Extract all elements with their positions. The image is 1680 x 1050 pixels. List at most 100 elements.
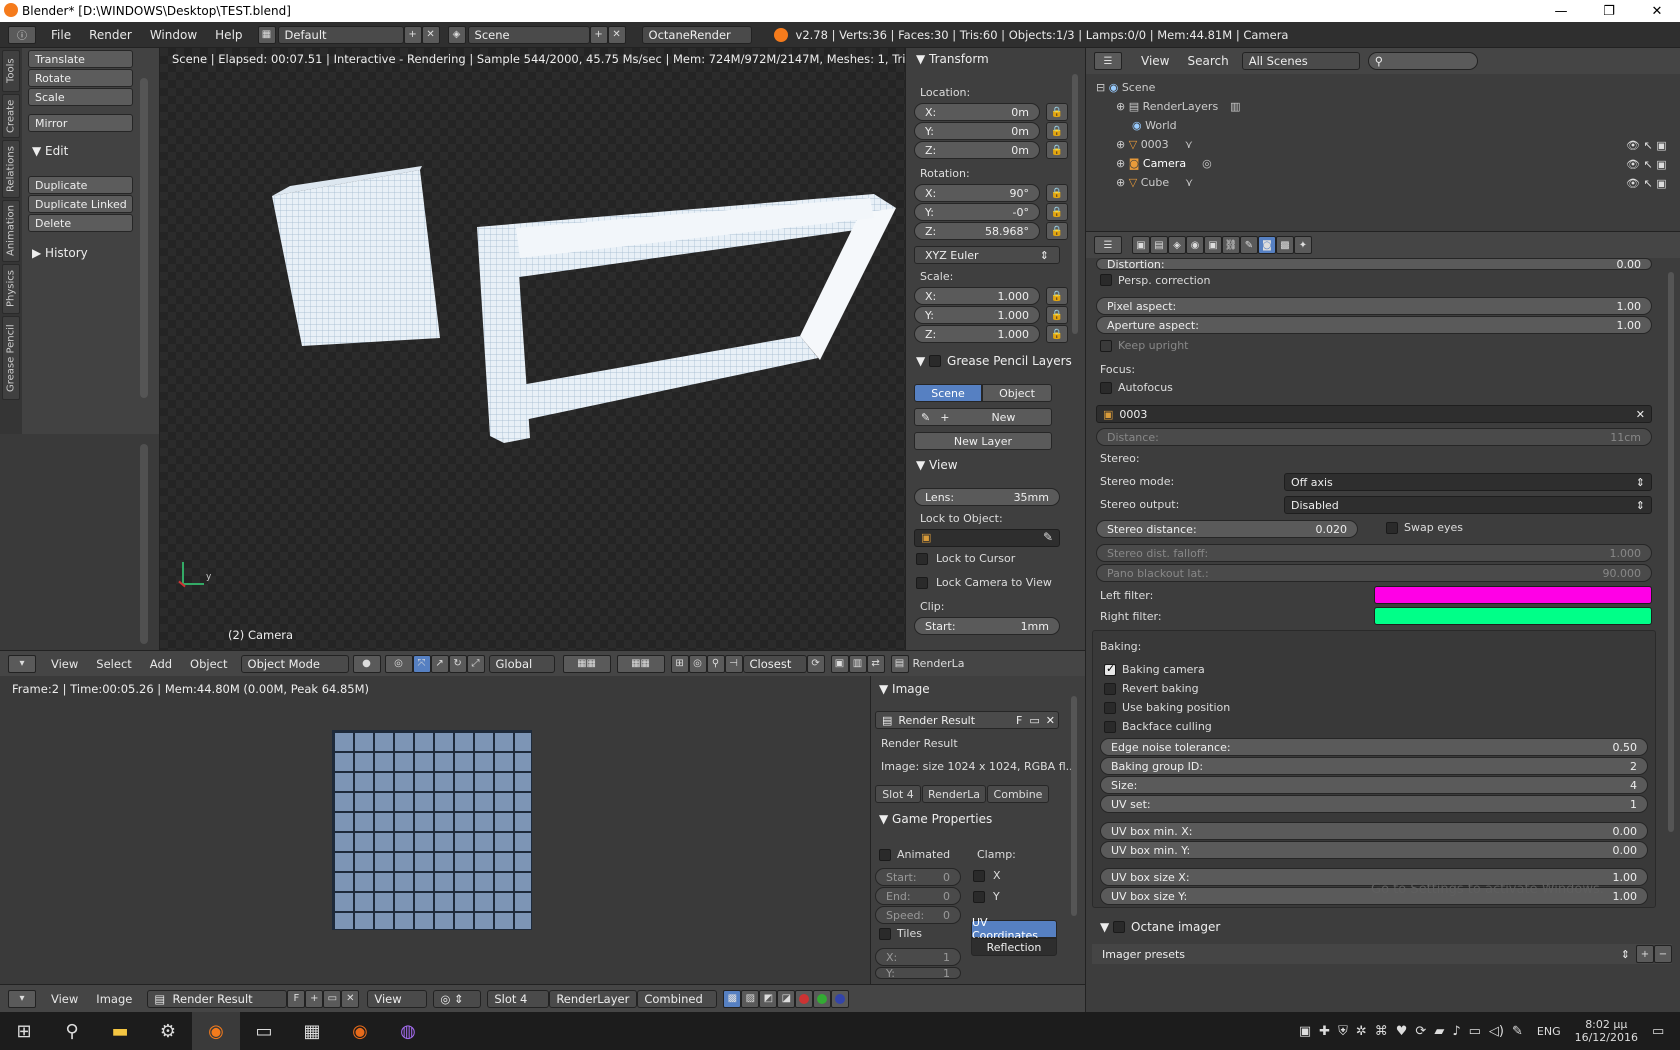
- render-engine-selector[interactable]: OctaneRender: [641, 25, 752, 44]
- render-camera-icon[interactable]: ▣: [1656, 177, 1666, 190]
- translate-button[interactable]: Translate: [28, 50, 133, 68]
- backface-culling-checkbox[interactable]: [1104, 721, 1116, 733]
- tray-gear-icon[interactable]: ✲: [1356, 1024, 1367, 1039]
- new-layer-button[interactable]: New Layer: [914, 432, 1052, 450]
- eye-icon[interactable]: 👁: [1626, 177, 1640, 190]
- scene-icon[interactable]: ◈: [447, 25, 466, 44]
- clip-start-field[interactable]: Start: 1mm: [914, 617, 1060, 635]
- tiles-x-field[interactable]: X: 1: [875, 948, 961, 966]
- menu-view[interactable]: View: [1132, 54, 1178, 68]
- image-panel-scrollbar[interactable]: [1071, 696, 1077, 916]
- lock-icon[interactable]: 🔒: [1046, 203, 1068, 221]
- focus-distance-field[interactable]: Distance: 11cm: [1096, 428, 1652, 446]
- green-channel-icon[interactable]: [813, 989, 832, 1008]
- layers-grid-icon[interactable]: ▦▦: [562, 654, 611, 673]
- language-indicator[interactable]: ENG: [1537, 1025, 1561, 1038]
- outliner-row-0003[interactable]: ⊕ ▽ 0003 ⋎: [1096, 135, 1241, 154]
- stereo-falloff-field[interactable]: Stereo dist. falloff: 1.000: [1096, 544, 1652, 562]
- snap-element-icon[interactable]: ⊣: [724, 654, 743, 673]
- red-channel-icon[interactable]: [795, 989, 814, 1008]
- reflection-button[interactable]: Reflection: [971, 938, 1057, 956]
- image-editor[interactable]: Frame:2 | Time:00:05.26 | Mem:44.80M (0.…: [0, 676, 870, 984]
- mode-selector[interactable]: Object Mode: [240, 654, 349, 673]
- scale-button[interactable]: Scale: [28, 88, 133, 106]
- z-buffer-icon[interactable]: ◩: [759, 989, 778, 1008]
- image-browse-field[interactable]: ▤ Render Result F ▭ ✕: [875, 711, 1059, 729]
- bake-size-field[interactable]: Size: 4: [1100, 776, 1648, 794]
- opengl-render-icon[interactable]: ▣: [830, 654, 849, 673]
- tool-options-scrollbar[interactable]: [140, 444, 148, 644]
- snap-target-selector[interactable]: Closest: [742, 654, 807, 673]
- eye-icon[interactable]: 👁: [1626, 139, 1640, 152]
- rotation-z-field[interactable]: Z: 58.968°: [914, 222, 1040, 240]
- world-tab-icon[interactable]: ◉: [1186, 236, 1204, 254]
- info-editor-type-icon[interactable]: ⓘ: [8, 25, 36, 44]
- open-folder-icon[interactable]: ▭: [1026, 714, 1042, 727]
- cursor-select-icon[interactable]: ↖: [1643, 177, 1652, 190]
- location-x-field[interactable]: X: 0m: [914, 103, 1040, 121]
- uv-set-field[interactable]: UV set: 1: [1100, 795, 1648, 813]
- blender-app-icon[interactable]: ◉: [192, 1012, 240, 1050]
- constraints-tab-icon[interactable]: ⛓: [1222, 236, 1240, 254]
- stereo-distance-field[interactable]: Stereo distance: 0.020: [1096, 520, 1358, 538]
- alpha-icon[interactable]: ▨: [741, 989, 760, 1008]
- image-panel-header[interactable]: ▼ Image: [879, 682, 930, 696]
- windows-start-icon[interactable]: ⊞: [0, 1012, 48, 1050]
- imager-presets-row[interactable]: Imager presets ⇕ + −: [1092, 944, 1672, 964]
- add-preset-icon[interactable]: +: [1636, 945, 1654, 963]
- firefox-icon[interactable]: ◉: [336, 1012, 384, 1050]
- menu-help[interactable]: Help: [206, 28, 251, 42]
- pixel-aspect-field[interactable]: Pixel aspect: 1.00: [1096, 297, 1652, 315]
- rotate-button[interactable]: Rotate: [28, 69, 133, 87]
- view-mode-selector[interactable]: View: [367, 989, 428, 1008]
- edge-noise-field[interactable]: Edge noise tolerance: 0.50: [1100, 738, 1648, 756]
- slot-selector[interactable]: Slot 4: [487, 989, 550, 1008]
- menu-add[interactable]: Add: [141, 657, 181, 671]
- tray-network-icon[interactable]: ⌘: [1375, 1024, 1388, 1039]
- location-y-field[interactable]: Y: 0m: [914, 122, 1040, 140]
- display-mode-selector[interactable]: All Scenes: [1241, 52, 1360, 70]
- lock-cursor-checkbox[interactable]: [916, 553, 928, 565]
- open-image-icon[interactable]: ▭: [323, 989, 342, 1008]
- stereo-output-select[interactable]: Disabled ⇕: [1284, 496, 1652, 514]
- sync-icon[interactable]: ⇄: [866, 654, 885, 673]
- lock-object-field[interactable]: ▣ ✎: [914, 529, 1060, 547]
- layout-selector[interactable]: Default: [277, 25, 404, 44]
- remove-preset-icon[interactable]: −: [1654, 945, 1672, 963]
- use-baking-position-checkbox[interactable]: [1104, 702, 1116, 714]
- duplicate-button[interactable]: Duplicate: [28, 176, 133, 194]
- close-window-button[interactable]: ✕: [1634, 0, 1680, 22]
- tab-animation[interactable]: Animation: [2, 200, 20, 262]
- snap-icon[interactable]: ⚲: [706, 654, 725, 673]
- texture-tab-icon[interactable]: ▩: [1276, 236, 1294, 254]
- keep-upright-checkbox[interactable]: [1100, 340, 1112, 352]
- pivot-icon[interactable]: ◎: [384, 654, 413, 673]
- snap-align-icon[interactable]: ⟳: [806, 654, 825, 673]
- fake-user-button[interactable]: F: [1012, 714, 1026, 727]
- clamp-x-checkbox[interactable]: [973, 870, 985, 882]
- cube-object[interactable]: [272, 170, 440, 346]
- file-explorer-icon[interactable]: ▬: [96, 1012, 144, 1050]
- viber-icon[interactable]: ◍: [384, 1012, 432, 1050]
- render-layer-label[interactable]: RenderLa: [913, 657, 965, 670]
- eye-icon[interactable]: 👁: [1626, 158, 1640, 171]
- scale-y-field[interactable]: Y: 1.000: [914, 306, 1040, 324]
- scene-tab-icon[interactable]: ◈: [1168, 236, 1186, 254]
- notifications-icon[interactable]: ▭: [1652, 1024, 1680, 1039]
- animated-checkbox[interactable]: [879, 849, 891, 861]
- cursor-select-icon[interactable]: ↖: [1643, 139, 1652, 152]
- tab-physics[interactable]: Physics: [2, 264, 20, 314]
- tray-speaker-icon[interactable]: ◁): [1489, 1024, 1504, 1039]
- scene-selector[interactable]: Scene: [467, 25, 590, 44]
- uv-box-min-x-field[interactable]: UV box min. X: 0.00: [1100, 822, 1648, 840]
- menu-window[interactable]: Window: [141, 28, 206, 42]
- tab-grease-pencil[interactable]: Grease Pencil: [2, 316, 20, 400]
- distortion-field[interactable]: Distortion: 0.00: [1096, 258, 1652, 270]
- menu-render[interactable]: Render: [80, 28, 141, 42]
- cursor-select-icon[interactable]: ↖: [1643, 158, 1652, 171]
- baking-camera-checkbox[interactable]: ✓: [1104, 662, 1116, 676]
- lock-icon[interactable]: 🔒: [1046, 222, 1068, 240]
- baking-group-field[interactable]: Baking group ID: 2: [1100, 757, 1648, 775]
- menu-object[interactable]: Object: [181, 657, 236, 671]
- tool-shelf-scrollbar[interactable]: [140, 78, 148, 398]
